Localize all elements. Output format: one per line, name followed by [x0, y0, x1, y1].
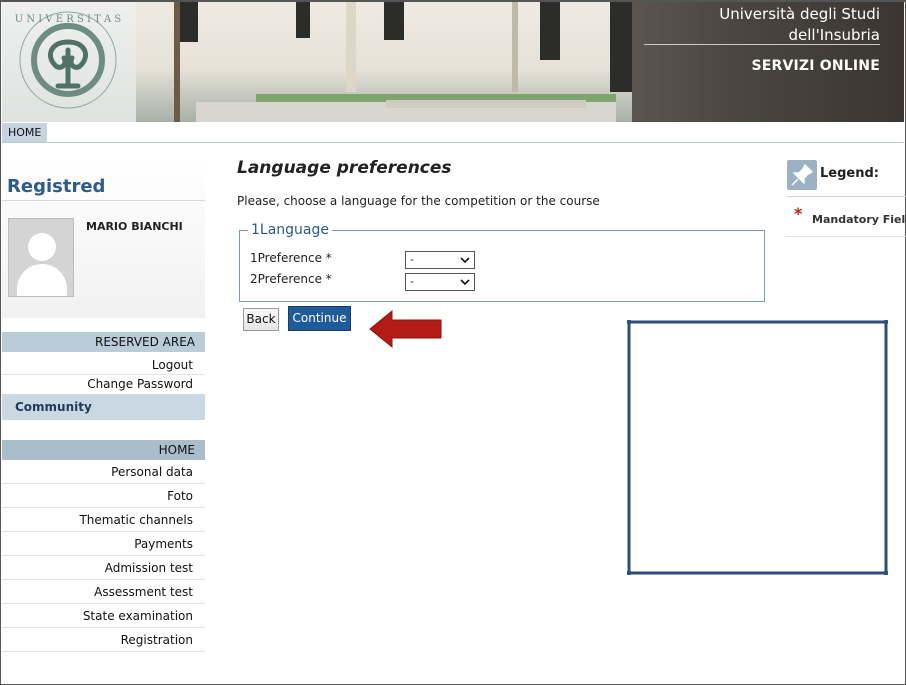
legend-title: Legend: — [820, 166, 879, 181]
sidebar-item-registration[interactable]: Registration — [2, 628, 205, 652]
chevron-down-icon — [460, 279, 470, 286]
sidebar-item-admission-test[interactable]: Admission test — [2, 556, 205, 580]
sidebar-item-thematic-channels[interactable]: Thematic channels — [2, 508, 205, 532]
user-info-block: Registred MARIO BIANCHI — [2, 158, 205, 318]
services-label: SERVIZI ONLINE — [751, 58, 880, 74]
sidebar-item-state-examination[interactable]: State examination — [2, 604, 205, 628]
breadcrumb-home-link[interactable]: HOME — [2, 123, 48, 142]
avatar — [8, 218, 74, 297]
university-name: Università degli Studi dell'Insubria — [719, 5, 880, 44]
preference-1-value: - — [410, 253, 414, 266]
chevron-down-icon — [460, 257, 470, 264]
fieldset-legend: 1Language — [248, 222, 332, 238]
sidebar: Registred MARIO BIANCHI RESERVED AREA Lo… — [2, 158, 205, 652]
user-name: MARIO BIANCHI — [86, 220, 183, 233]
preference-2-select[interactable]: - — [405, 273, 475, 291]
instructions-text: Please, choose a language for the compet… — [237, 194, 600, 208]
sidebar-item-personal-data[interactable]: Personal data — [2, 460, 205, 484]
continue-button[interactable]: Continue — [288, 306, 351, 331]
annotation-box — [627, 320, 888, 575]
header-divider — [644, 44, 880, 45]
sidebar-item-change-password[interactable]: Change Password — [2, 375, 205, 394]
preference-2-value: - — [410, 275, 414, 288]
language-fieldset: 1Language 1Preference * - 2Preference * … — [239, 222, 765, 302]
sidebar-title: Registred — [7, 176, 106, 197]
pin-icon — [787, 160, 817, 190]
back-button[interactable]: Back — [243, 308, 279, 331]
header-title-area: Università degli Studi dell'Insubria SER… — [632, 2, 904, 122]
home-menu-heading[interactable]: HOME — [2, 440, 205, 460]
mandatory-star-icon: * — [794, 204, 803, 223]
annotation-arrow-icon — [369, 309, 442, 349]
page-title: Language preferences — [237, 158, 452, 178]
avatar-body-icon — [17, 264, 67, 296]
legend-divider-bottom — [786, 236, 906, 237]
svg-text:U N I V E R S I T A S: U N I V E R S I T A S — [15, 14, 122, 25]
avatar-head-icon — [28, 233, 56, 261]
site-header: U N I V E R S I T A S Università degli S… — [2, 2, 904, 122]
reserved-area-heading: RESERVED AREA — [2, 332, 205, 352]
preference-2-label: 2Preference * — [250, 272, 332, 286]
university-logo[interactable]: U N I V E R S I T A S — [2, 2, 136, 122]
preference-1-label: 1Preference * — [250, 251, 332, 265]
main-content: Language preferences Please, choose a la… — [237, 158, 777, 331]
university-seal-icon: U N I V E R S I T A S — [15, 11, 122, 109]
sidebar-item-community[interactable]: Community — [2, 394, 205, 420]
sidebar-item-assessment-test[interactable]: Assessment test — [2, 580, 205, 604]
sidebar-item-payments[interactable]: Payments — [2, 532, 205, 556]
sidebar-item-logout[interactable]: Logout — [2, 356, 205, 375]
campus-photo — [136, 2, 632, 122]
breadcrumb: HOME — [2, 123, 904, 143]
mandatory-field-label: Mandatory Field — [812, 213, 906, 226]
sidebar-divider — [2, 200, 205, 201]
legend-divider — [786, 196, 906, 197]
sidebar-item-foto[interactable]: Foto — [2, 484, 205, 508]
preference-1-select[interactable]: - — [405, 251, 475, 269]
